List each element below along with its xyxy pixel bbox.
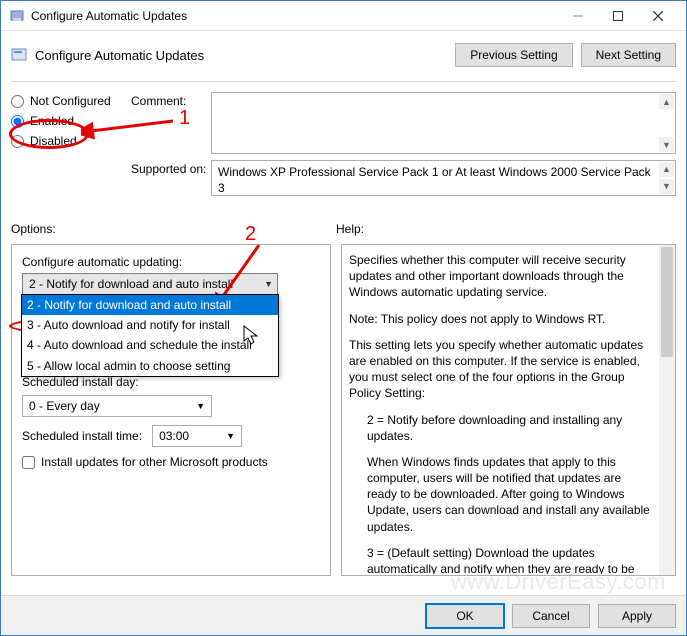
scroll-up-icon[interactable]: ▲ [659,162,674,177]
help-p3: This setting lets you specify whether au… [349,337,652,402]
previous-setting-button[interactable]: Previous Setting [455,43,572,67]
dropdown-option-5[interactable]: 5 - Allow local admin to choose setting [22,356,278,376]
next-setting-button[interactable]: Next Setting [581,43,676,67]
dropdown-option-2[interactable]: 2 - Notify for download and auto install [22,295,278,315]
state-radios: Not Configured Enabled Disabled [11,92,131,202]
radio-disabled-input[interactable] [11,135,24,148]
scroll-up-icon[interactable]: ▲ [659,94,674,109]
other-products-checkbox-input[interactable] [22,456,35,469]
comment-textarea[interactable]: ▲ ▼ [211,92,676,154]
help-p2: Note: This policy does not apply to Wind… [349,311,652,327]
chevron-down-icon: ▼ [226,431,235,441]
configure-dropdown-value: 2 - Notify for download and auto install [29,277,233,291]
scroll-down-icon[interactable]: ▼ [659,137,674,152]
policy-icon [11,47,27,63]
radio-enabled-label: Enabled [30,114,74,128]
sched-time-value: 03:00 [159,429,189,443]
apply-button[interactable]: Apply [598,604,676,628]
ok-button[interactable]: OK [426,604,504,628]
dropdown-option-3[interactable]: 3 - Auto download and notify for install [22,315,278,335]
radio-enabled-input[interactable] [11,115,24,128]
help-p5: When Windows finds updates that apply to… [367,454,652,535]
window-title: Configure Automatic Updates [31,9,558,23]
help-p1: Specifies whether this computer will rec… [349,252,652,301]
sched-time-label: Scheduled install time: [22,429,142,443]
other-products-label: Install updates for other Microsoft prod… [41,455,268,469]
sched-day-label: Scheduled install day: [22,375,320,389]
radio-not-configured[interactable]: Not Configured [11,94,131,108]
configure-label: Configure automatic updating: [22,255,320,269]
help-scrollbar[interactable] [659,245,675,575]
options-label: Options: [11,222,336,236]
cancel-button[interactable]: Cancel [512,604,590,628]
help-label: Help: [336,222,364,236]
scrollbar-thumb[interactable] [661,247,673,357]
sched-day-value: 0 - Every day [29,399,100,413]
supported-label: Supported on: [131,160,211,196]
radio-not-configured-input[interactable] [11,95,24,108]
sub-title: Configure Automatic Updates [35,48,447,63]
sub-header: Configure Automatic Updates Previous Set… [1,31,686,73]
radio-enabled[interactable]: Enabled [11,114,131,128]
other-products-checkbox[interactable]: Install updates for other Microsoft prod… [22,455,320,469]
help-p6: 3 = (Default setting) Download the updat… [367,545,652,574]
supported-text-box: Windows XP Professional Service Pack 1 o… [211,160,676,196]
help-p4: 2 = Notify before downloading and instal… [367,412,652,444]
scroll-down-icon[interactable]: ▼ [659,179,674,194]
minimize-button[interactable] [558,2,598,30]
help-pane: Specifies whether this computer will rec… [341,244,676,576]
radio-not-configured-label: Not Configured [30,94,111,108]
chevron-down-icon: ▼ [264,279,273,289]
radio-disabled-label: Disabled [30,134,77,148]
title-bar: Configure Automatic Updates [1,1,686,31]
sched-day-dropdown[interactable]: 0 - Every day ▼ [22,395,212,417]
radio-disabled[interactable]: Disabled [11,134,131,148]
app-icon [9,8,25,24]
supported-text: Windows XP Professional Service Pack 1 o… [218,165,651,195]
maximize-button[interactable] [598,2,638,30]
help-text: Specifies whether this computer will rec… [343,246,658,574]
footer: OK Cancel Apply [1,595,686,635]
close-button[interactable] [638,2,678,30]
sched-time-dropdown[interactable]: 03:00 ▼ [152,425,242,447]
dropdown-option-4[interactable]: 4 - Auto download and schedule the insta… [22,335,278,355]
configure-dropdown[interactable]: 2 - Notify for download and auto install… [22,273,278,295]
comment-label: Comment: [131,92,211,154]
chevron-down-icon: ▼ [196,401,205,411]
configure-dropdown-list[interactable]: 2 - Notify for download and auto install… [21,294,279,377]
options-pane: Configure automatic updating: 2 - Notify… [11,244,331,576]
